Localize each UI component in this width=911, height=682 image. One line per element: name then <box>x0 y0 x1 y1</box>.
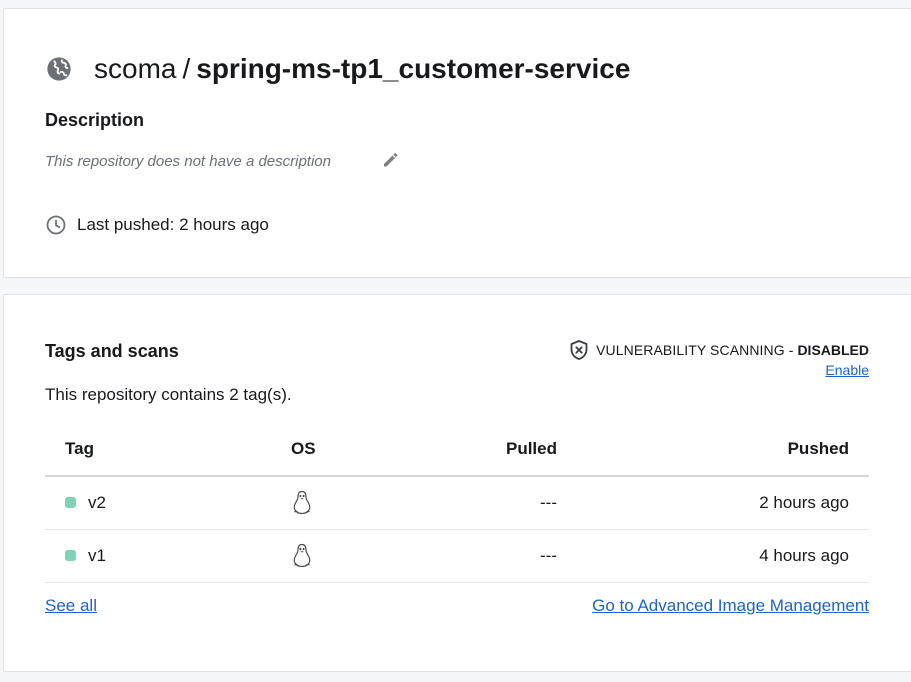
column-header-pulled[interactable]: Pulled <box>435 422 557 477</box>
table-row: v2 --- 2 hours ago <box>45 476 869 530</box>
tag-cell: v1 <box>45 529 275 583</box>
tag-name[interactable]: v2 <box>88 493 106 513</box>
column-header-os: OS <box>275 422 435 477</box>
last-pushed-text: Last pushed: 2 hours ago <box>77 215 269 234</box>
vulnerability-label: VULNERABILITY SCANNING <box>596 342 785 358</box>
globe-icon <box>45 55 73 83</box>
repo-header-card: scoma / spring-ms-tp1_customer-service D… <box>3 8 911 278</box>
tag-status-dot <box>65 550 76 561</box>
os-cell <box>275 529 435 583</box>
vulnerability-scanning-status: VULNERABILITY SCANNING - DISABLED <box>568 339 869 361</box>
pulled-cell: --- <box>435 529 557 583</box>
advanced-image-management-link[interactable]: Go to Advanced Image Management <box>592 596 869 616</box>
table-header-row: Tag OS Pulled Pushed <box>45 422 869 477</box>
repo-separator: / <box>182 53 191 84</box>
repo-title: scoma / spring-ms-tp1_customer-service <box>45 51 630 87</box>
tag-name[interactable]: v1 <box>88 546 106 566</box>
linux-icon <box>291 543 313 569</box>
pencil-icon[interactable] <box>380 152 400 170</box>
os-cell <box>275 476 435 530</box>
pushed-cell: 2 hours ago <box>557 476 869 530</box>
see-all-link[interactable]: See all <box>45 596 97 616</box>
table-row: v1 --- 4 hours ago <box>45 529 869 583</box>
tag-status-dot <box>65 497 76 509</box>
repo-name: spring-ms-tp1_customer-service <box>196 53 631 84</box>
enable-scanning-link[interactable]: Enable <box>825 362 869 378</box>
description-heading: Description <box>45 110 145 130</box>
pulled-cell: --- <box>435 476 557 530</box>
last-pushed: Last pushed: 2 hours ago <box>45 214 269 236</box>
tag-cell: v2 <box>45 476 275 530</box>
repo-namespace[interactable]: scoma <box>94 51 176 87</box>
tags-table: Tag OS Pulled Pushed v2 --- 2 hours ago … <box>45 422 869 583</box>
pushed-cell: 4 hours ago <box>557 529 869 583</box>
vulnerability-dash: - <box>788 342 794 358</box>
description-text: This repository does not have a descript… <box>45 153 331 170</box>
linux-icon <box>291 490 313 516</box>
tags-heading: Tags and scans <box>45 341 179 361</box>
vulnerability-status: DISABLED <box>797 342 869 358</box>
column-header-pushed[interactable]: Pushed <box>557 422 869 477</box>
clock-icon <box>45 214 67 236</box>
column-header-tag[interactable]: Tag <box>45 422 275 477</box>
tag-count-text: This repository contains 2 tag(s). <box>45 385 292 404</box>
shield-icon <box>568 339 590 361</box>
tags-card: Tags and scans VULNERABILITY SCANNING - … <box>3 294 911 672</box>
